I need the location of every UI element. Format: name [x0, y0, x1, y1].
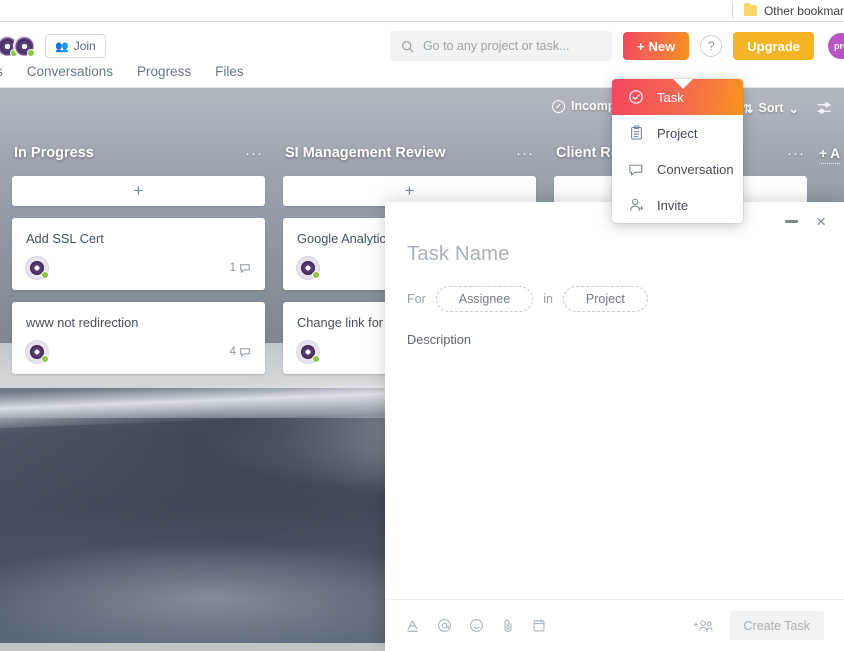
- nav-tab-files[interactable]: Files: [215, 64, 244, 79]
- dropdown-item-label: Conversation: [657, 161, 734, 177]
- top-bar-right: Go to any project or task... + New ? Upg…: [389, 31, 844, 61]
- dropdown-item-label: Task: [657, 89, 684, 105]
- description-input[interactable]: Description: [407, 332, 822, 347]
- modal-footer: Create Task: [385, 599, 844, 651]
- online-status-dot: [27, 49, 35, 57]
- clipboard-icon: [628, 125, 644, 141]
- modal-footer-right: Create Task: [693, 611, 824, 640]
- task-assignee-avatar[interactable]: [297, 257, 320, 279]
- calendar-icon[interactable]: [532, 618, 546, 633]
- check-circle-icon: ✓: [552, 99, 565, 113]
- search-input[interactable]: Go to any project or task...: [389, 31, 612, 61]
- dropdown-item-label: Invite: [657, 197, 689, 213]
- plus-icon: +: [636, 38, 645, 54]
- column-menu-icon[interactable]: ···: [516, 145, 534, 162]
- check-circle-icon: [628, 89, 644, 105]
- top-bar-left: 👥 Join: [0, 34, 106, 58]
- speech-bubble-icon: [240, 348, 250, 358]
- sort-arrows-icon: ⇅: [743, 101, 754, 116]
- upgrade-button[interactable]: Upgrade: [733, 32, 814, 60]
- column-menu-icon[interactable]: ···: [787, 145, 805, 162]
- join-button[interactable]: 👥 Join: [45, 34, 106, 58]
- bookmark-other-bookmarks[interactable]: Other bookmar: [743, 3, 844, 18]
- nav-tab-progress[interactable]: Progress: [137, 64, 191, 79]
- task-assignee-avatar[interactable]: [297, 341, 320, 363]
- sort-label: Sort: [758, 101, 784, 115]
- modal-bottom-edge: [385, 646, 844, 651]
- speech-bubble-icon: [628, 162, 644, 177]
- modal-body: Task Name For Assignee in Project Descri…: [385, 240, 844, 599]
- task-card[interactable]: Add SSL Cert 1: [12, 218, 265, 290]
- task-assignee-avatar[interactable]: [26, 257, 49, 279]
- mention-icon[interactable]: [437, 618, 452, 633]
- column-header: In Progress ···: [12, 140, 265, 166]
- nav-tab-conversations[interactable]: Conversations: [27, 64, 113, 79]
- task-card-title: www not redirection: [26, 315, 139, 330]
- join-button-label: Join: [73, 39, 96, 53]
- online-status-dot: [41, 355, 49, 363]
- for-label: For: [407, 292, 426, 306]
- task-card[interactable]: www not redirection 4: [12, 302, 265, 374]
- text-format-icon[interactable]: [405, 618, 420, 633]
- board-column-in-progress: In Progress ··· + Add SSL Cert 1 www not…: [12, 140, 265, 650]
- app-root: Other bookmar 👥 Join Go to any project o…: [0, 0, 844, 651]
- browser-bookmark-bar: Other bookmar: [0, 0, 844, 22]
- new-task-modal: × Task Name For Assignee in Project Desc…: [385, 202, 844, 651]
- bookmark-label: Other bookmar: [763, 3, 844, 18]
- online-status-dot: [41, 271, 49, 279]
- board-toolbar-right: ⇅ Sort ⌄: [743, 101, 844, 116]
- new-button[interactable]: + New: [622, 32, 690, 60]
- close-icon[interactable]: ×: [816, 213, 826, 230]
- online-status-dot: [312, 271, 320, 279]
- task-card-footer: 4: [26, 341, 251, 363]
- member-avatar-stack[interactable]: [0, 35, 35, 57]
- sort-control[interactable]: ⇅ Sort ⌄: [743, 101, 799, 116]
- new-button-label: New: [648, 38, 676, 54]
- dropdown-item-conversation[interactable]: Conversation: [612, 151, 743, 187]
- task-comment-count[interactable]: 4: [230, 346, 251, 358]
- speech-bubble-icon: [240, 264, 250, 274]
- chevron-down-icon: ⌄: [788, 101, 799, 116]
- help-button[interactable]: ?: [700, 35, 723, 57]
- filter-settings-icon[interactable]: [817, 101, 832, 115]
- add-card-button[interactable]: +: [12, 176, 265, 206]
- task-card-title: Add SSL Cert: [26, 231, 104, 246]
- task-card-footer: 1: [26, 257, 251, 279]
- create-task-button[interactable]: Create Task: [729, 611, 824, 640]
- nav-tab-partial[interactable]: s: [0, 64, 3, 79]
- add-people-icon[interactable]: [693, 618, 715, 634]
- emoji-icon[interactable]: [469, 618, 484, 633]
- online-status-dot: [312, 355, 320, 363]
- comment-count-value: 1: [229, 262, 236, 274]
- dropdown-item-project[interactable]: Project: [612, 115, 743, 151]
- filter-status-chip[interactable]: ✓ Incompl: [552, 99, 619, 113]
- dropdown-item-invite[interactable]: Invite: [612, 187, 743, 223]
- minimize-icon[interactable]: [785, 219, 799, 223]
- bookmark-divider: [731, 3, 733, 18]
- attachment-icon[interactable]: [501, 618, 515, 633]
- column-title: SI Management Review: [285, 145, 446, 161]
- person-add-icon: [628, 197, 644, 213]
- task-name-input[interactable]: Task Name: [407, 242, 822, 266]
- column-title: In Progress: [14, 145, 94, 161]
- search-placeholder: Go to any project or task...: [422, 39, 570, 53]
- dropdown-item-label: Project: [657, 125, 698, 141]
- column-menu-icon[interactable]: ···: [245, 145, 263, 162]
- column-header: SI Management Review ···: [283, 140, 536, 166]
- task-comment-count[interactable]: 1: [230, 262, 251, 274]
- comment-count-value: 4: [229, 346, 236, 358]
- modal-toolbar: [405, 618, 546, 633]
- folder-icon: [743, 3, 757, 16]
- assignee-chip[interactable]: Assignee: [435, 286, 534, 312]
- task-assignee-avatar[interactable]: [26, 341, 49, 363]
- avatar[interactable]: [13, 35, 35, 57]
- user-avatar[interactable]: pre: [828, 33, 844, 59]
- people-icon: 👥: [55, 40, 69, 53]
- add-column-button[interactable]: + A: [819, 146, 840, 164]
- project-chip[interactable]: Project: [562, 286, 648, 312]
- search-icon: [401, 40, 414, 53]
- in-label: in: [543, 292, 553, 306]
- task-meta-row: For Assignee in Project: [407, 286, 822, 312]
- new-dropdown-menu: Task Project Conversation Invite: [612, 79, 743, 223]
